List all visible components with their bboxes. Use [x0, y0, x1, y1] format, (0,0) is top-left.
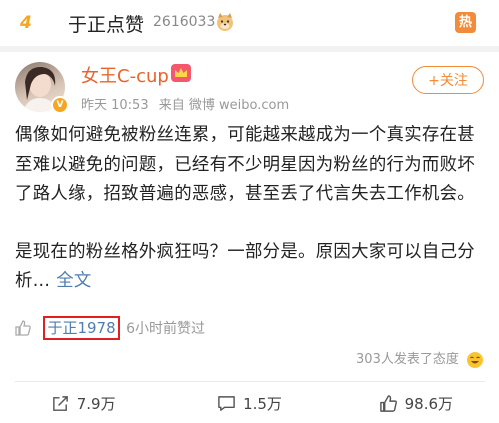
like-button[interactable]: 98.6万 — [333, 384, 499, 423]
trending-title: 于正点赞 — [68, 14, 145, 36]
section-divider — [0, 46, 499, 52]
post-body: 偶像如何避免被粉丝连累，可能越来越成为一个真实存在甚至难以避免的问题，已经有不少… — [15, 121, 485, 297]
share-button[interactable]: 7.9万 — [0, 384, 166, 423]
thumbs-up-icon — [379, 395, 397, 412]
trending-rank: 4 — [20, 13, 32, 33]
action-bar: 7.9万 1.5万 98.6万 — [0, 384, 499, 423]
post-paragraph-2: 是现在的粉丝格外疯狂吗？一部分是。原因大家可以自己分析... 全文 — [15, 238, 485, 297]
share-icon — [52, 396, 68, 411]
attitude-count: 303人发表了态度 — [356, 352, 459, 367]
comment-icon — [218, 396, 235, 411]
follow-button[interactable]: +关注 — [412, 66, 484, 94]
trending-count: 2616033 — [153, 14, 216, 30]
liker-name-link[interactable]: 于正1978 — [43, 316, 120, 340]
post-meta: 昨天 10:53 来自 微博 weibo.com — [81, 94, 295, 113]
post-time: 昨天 10:53 — [81, 98, 149, 113]
liked-by-row: 于正1978 6小时前赞过 — [15, 316, 206, 340]
doge-emoji-icon — [217, 13, 233, 31]
post-paragraph-1: 偶像如何避免被粉丝连累，可能越来越成为一个真实存在甚至难以避免的问题，已经有不少… — [15, 125, 475, 204]
post-source: 来自 微博 weibo.com — [158, 98, 290, 113]
like-count: 98.6万 — [404, 395, 454, 413]
trending-topic-row[interactable]: 4 于正点赞 2616033 热 — [0, 0, 499, 48]
hot-badge-icon: 热 — [455, 12, 476, 33]
attitude-summary[interactable]: 303人发表了态度 — [356, 348, 483, 368]
share-count: 7.9万 — [76, 395, 116, 413]
weibo-post-screen: 4 于正点赞 2616033 热 V 女王C-cup 昨天 10:53 来自 微… — [0, 0, 499, 423]
username-link[interactable]: 女王C-cup — [81, 62, 169, 88]
comment-count: 1.5万 — [243, 395, 282, 413]
liked-time: 6小时前赞过 — [126, 321, 206, 337]
verified-badge-icon: V — [51, 96, 69, 114]
laughing-emoji-icon — [467, 351, 483, 368]
comment-button[interactable]: 1.5万 — [166, 384, 332, 423]
small-thumbs-up-icon — [15, 320, 31, 336]
action-bar-divider — [15, 381, 485, 382]
crown-badge-icon — [171, 64, 191, 82]
full-text-link[interactable]: 全文 — [56, 271, 91, 291]
